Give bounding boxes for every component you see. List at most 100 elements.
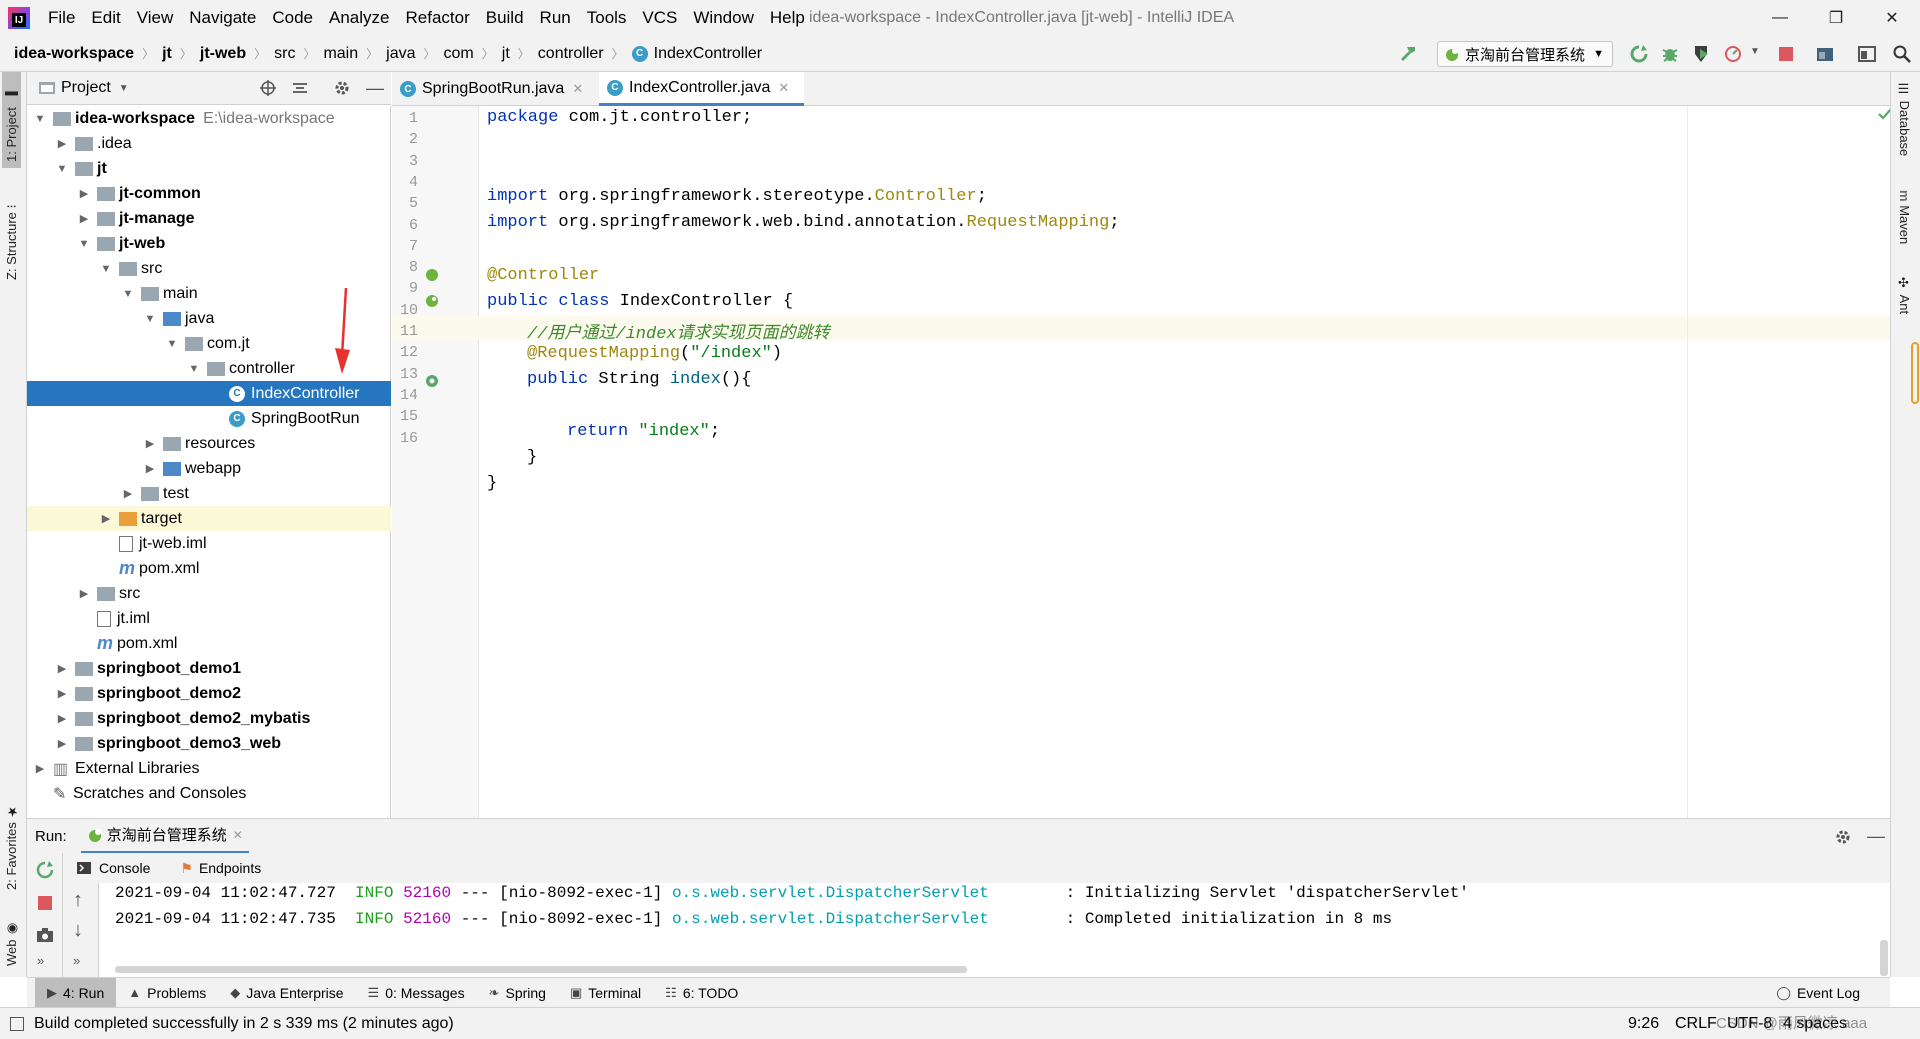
tool-tab-project[interactable]: 1: Project ▬ (2, 72, 21, 168)
run-config-select[interactable]: 京淘前台管理系统 ▼ (1437, 41, 1613, 67)
project-structure-icon[interactable] (1815, 44, 1835, 64)
spring-bean-gutter-icon[interactable] (425, 294, 439, 308)
breadcrumb-item[interactable]: idea-workspace (10, 45, 138, 63)
project-view-label[interactable]: Project (61, 79, 111, 97)
profiler-icon[interactable] (1723, 44, 1743, 64)
caret-position[interactable]: 9:26 (1628, 1015, 1659, 1033)
collapsed-arrow-icon[interactable]: ▶ (121, 487, 135, 500)
tree-item-test[interactable]: ▶ test (27, 481, 391, 506)
tree-item-idea-workspace[interactable]: ▼ idea-workspace E:\idea-workspace (27, 106, 391, 131)
status-toggle-icon[interactable] (10, 1016, 24, 1031)
tree-item-springboot-demo2-mybatis[interactable]: ▶ springboot_demo2_mybatis (27, 706, 391, 731)
line-separator[interactable]: CRLF (1675, 1015, 1717, 1033)
tool-tab-terminal[interactable]: ▣ Terminal (558, 978, 653, 1008)
horizontal-scrollbar[interactable] (115, 966, 967, 973)
tab-indexcontroller[interactable]: C IndexController.java ✕ (599, 72, 804, 106)
tree-item-target[interactable]: ▶ target (27, 506, 391, 531)
run-with-coverage-icon[interactable] (1692, 44, 1712, 64)
tool-tab-event-log[interactable]: ◯ Event Log (1764, 978, 1872, 1008)
expanded-arrow-icon[interactable]: ▼ (143, 313, 157, 325)
tab-springbootrun[interactable]: C SpringBootRun.java ✕ (392, 72, 592, 106)
tree-item-springboot-demo1[interactable]: ▶ springboot_demo1 (27, 656, 391, 681)
tree-item--idea[interactable]: ▶ .idea (27, 131, 391, 156)
scroll-marker[interactable] (1911, 342, 1919, 404)
breadcrumb-item[interactable]: java (382, 45, 419, 63)
build-hammer-icon[interactable] (1398, 44, 1418, 64)
tool-tab-todo[interactable]: ☷ 6: TODO (653, 978, 750, 1008)
tree-item-jt-common[interactable]: ▶ jt-common (27, 181, 391, 206)
camera-icon[interactable] (36, 927, 54, 943)
rerun-icon[interactable] (36, 861, 54, 879)
vertical-scrollbar[interactable] (1880, 940, 1888, 976)
menu-file[interactable]: File (40, 0, 83, 36)
gear-icon[interactable] (1834, 828, 1852, 846)
breadcrumb-item[interactable]: src (270, 45, 299, 63)
menu-run[interactable]: Run (532, 0, 579, 36)
restore-button[interactable]: ❐ (1808, 0, 1864, 36)
menu-edit[interactable]: Edit (83, 0, 128, 36)
menu-code[interactable]: Code (264, 0, 321, 36)
arrow-up-icon[interactable]: ↑ (73, 889, 83, 912)
tree-item-external-libraries[interactable]: ▶ ▥ External Libraries (27, 756, 391, 781)
menu-analyze[interactable]: Analyze (321, 0, 397, 36)
tree-item-jt[interactable]: ▼ jt (27, 156, 391, 181)
tree-item-webapp[interactable]: ▶ webapp (27, 456, 391, 481)
collapsed-arrow-icon[interactable]: ▶ (55, 687, 69, 700)
menu-navigate[interactable]: Navigate (181, 0, 264, 36)
minimize-button[interactable]: — (1752, 0, 1808, 36)
tool-tab-database[interactable]: ☰ Database (1897, 82, 1912, 156)
endpoints-tab[interactable]: ⚑ Endpoints (180, 860, 261, 877)
tool-tab-java-enterprise[interactable]: ◆ Java Enterprise (218, 978, 355, 1008)
tool-tab-ant[interactable]: ✣ Ant (1897, 276, 1912, 314)
more-icon[interactable]: » (37, 953, 44, 968)
collapsed-arrow-icon[interactable]: ▶ (143, 462, 157, 475)
expanded-arrow-icon[interactable]: ▼ (187, 363, 201, 375)
run-tab[interactable]: 京淘前台管理系统 ✕ (80, 819, 249, 854)
tree-item-springboot-demo2[interactable]: ▶ springboot_demo2 (27, 681, 391, 706)
tool-tab-messages[interactable]: ☰ 0: Messages (356, 978, 477, 1008)
tool-tab-problems[interactable]: ▲ Problems (116, 978, 218, 1008)
menu-window[interactable]: Window (685, 0, 761, 36)
status-message[interactable]: Build completed successfully in 2 s 339 … (34, 1015, 454, 1033)
menu-tools[interactable]: Tools (579, 0, 635, 36)
console-tab[interactable]: Console (77, 860, 150, 876)
more-icon[interactable]: » (73, 953, 80, 968)
tool-tab-structure[interactable]: Z: Structure ⁝ (2, 184, 21, 284)
arrow-down-icon[interactable]: ↓ (73, 919, 83, 942)
tool-tab-spring[interactable]: ❧ Spring (477, 978, 558, 1008)
expanded-arrow-icon[interactable]: ▼ (121, 288, 135, 300)
close-icon[interactable]: ✕ (233, 828, 243, 842)
debug-icon[interactable] (1660, 44, 1680, 64)
close-button[interactable]: ✕ (1864, 0, 1920, 36)
expanded-arrow-icon[interactable]: ▼ (77, 238, 91, 250)
tree-item-indexcontroller[interactable]: C IndexController (27, 381, 391, 406)
collapsed-arrow-icon[interactable]: ▶ (99, 512, 113, 525)
tree-item-springboot-demo3-web[interactable]: ▶ springboot_demo3_web (27, 731, 391, 756)
gear-icon[interactable] (333, 79, 351, 97)
menu-refactor[interactable]: Refactor (397, 0, 477, 36)
stop-icon[interactable] (1777, 45, 1795, 63)
breadcrumb-item[interactable]: com (440, 45, 478, 63)
tool-tab-run[interactable]: ▶ 4: Run (35, 977, 117, 1008)
tree-item-resources[interactable]: ▶ resources (27, 431, 391, 456)
tool-tab-web[interactable]: Web ◉ (2, 910, 21, 970)
chevron-down-icon[interactable]: ▼ (119, 83, 129, 94)
layout-icon[interactable] (1857, 44, 1877, 64)
menu-help[interactable]: Help (762, 0, 813, 36)
close-icon[interactable]: ✕ (572, 81, 583, 97)
request-mapping-gutter-icon[interactable] (425, 374, 439, 388)
locate-icon[interactable] (259, 79, 277, 97)
tree-item-src[interactable]: ▼ src (27, 256, 391, 281)
collapsed-arrow-icon[interactable]: ▶ (77, 212, 91, 225)
breadcrumb-item[interactable]: controller (534, 45, 608, 63)
expanded-arrow-icon[interactable]: ▼ (165, 338, 179, 350)
collapsed-arrow-icon[interactable]: ▶ (77, 187, 91, 200)
menu-vcs[interactable]: VCS (634, 0, 685, 36)
hide-panel-icon[interactable]: — (366, 78, 384, 99)
tree-item-jt-manage[interactable]: ▶ jt-manage (27, 206, 391, 231)
tree-item-pom-xml[interactable]: m pom.xml (27, 556, 391, 581)
collapsed-arrow-icon[interactable]: ▶ (55, 662, 69, 675)
stop-icon[interactable] (37, 895, 53, 911)
collapsed-arrow-icon[interactable]: ▶ (143, 437, 157, 450)
tree-item-pom-xml[interactable]: m pom.xml (27, 631, 391, 656)
